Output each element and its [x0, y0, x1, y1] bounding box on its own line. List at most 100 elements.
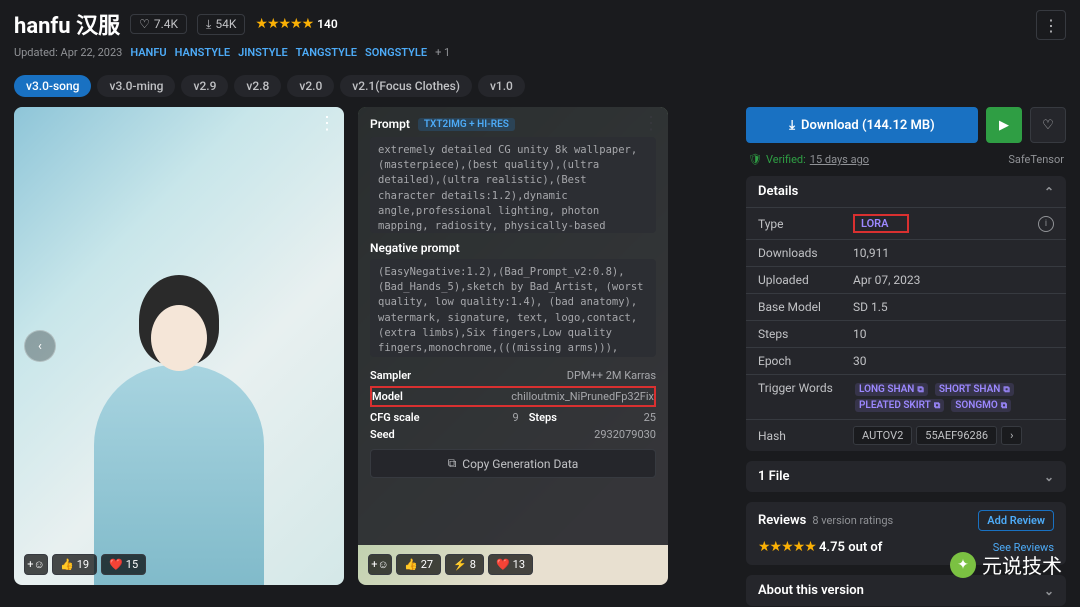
info-icon[interactable]: i [1038, 216, 1054, 232]
version-pill[interactable]: v2.8 [234, 75, 281, 97]
verified-badge: 🛡 Verified: 15 days ago [748, 153, 869, 166]
copy-icon: ⧉ [934, 401, 940, 411]
downloads-value: 10,911 [853, 246, 889, 260]
chevron-down-icon: ⌄ [1044, 470, 1054, 484]
trigger-pill[interactable]: PLEATED SKIRT ⧉ [855, 399, 944, 412]
model-label: Model [372, 390, 403, 403]
tag-link[interactable]: HANSTYLE [175, 46, 230, 59]
version-pill[interactable]: v2.1(Focus Clothes) [340, 75, 472, 97]
tag-link[interactable]: JINSTYLE [238, 46, 288, 59]
details-panel: Details ⌃ Type LORA i Downloads 10,911 U… [746, 176, 1066, 451]
triggers-label: Trigger Words [758, 381, 853, 395]
copy-icon: ⧉ [448, 456, 457, 471]
menu-button[interactable]: ⋮ [1036, 10, 1066, 40]
reviews-header[interactable]: Reviews8 version ratings Add Review [746, 502, 1066, 533]
image-card[interactable]: ‹ ⋮ +☺ 👍 19 ❤️ 15 [14, 107, 344, 585]
details-header[interactable]: Details ⌃ [746, 176, 1066, 207]
preview-image [14, 107, 344, 585]
trigger-pill[interactable]: SHORT SHAN ⧉ [935, 383, 1014, 396]
steps-label: Steps [758, 327, 853, 341]
prompt-label: Prompt [370, 117, 410, 131]
generation-panel: Prompt TXT2IMG + HI-RES extremely detail… [358, 107, 668, 545]
sidebar: ⤓ Download (144.12 MB) ▶ ♡ 🛡 Verified: 1… [746, 107, 1066, 606]
reaction-bolt[interactable]: ⚡ 8 [445, 554, 484, 575]
verified-date-link[interactable]: 15 days ago [810, 153, 869, 166]
page-header: hanfu 汉服 ♡ 7.4K ⤓ 54K ★★★★★140 Updated: … [0, 0, 1080, 63]
downloads-label: Downloads [758, 246, 853, 260]
sampler-label: Sampler [370, 369, 411, 382]
safetensor-label: SafeTensor [1008, 153, 1064, 166]
download-count[interactable]: ⤓ 54K [197, 14, 245, 35]
model-value[interactable]: chilloutmix_NiPrunedFp32Fix [413, 390, 654, 403]
files-panel: 1 File ⌄ [746, 461, 1066, 492]
card-menu-icon[interactable]: ⋮ [318, 113, 336, 134]
hash-next-icon[interactable]: › [1001, 426, 1022, 445]
reaction-like[interactable]: 👍 19 [52, 554, 97, 575]
steps-value: 10 [853, 327, 867, 341]
chevron-up-icon: ⌃ [1044, 185, 1054, 199]
basemodel-label: Base Model [758, 300, 853, 314]
watermark: ✦ 元说技术 [950, 550, 1062, 579]
type-value: LORA [853, 214, 909, 233]
seed-value[interactable]: 2932079030 [405, 428, 656, 441]
version-pill[interactable]: v2.9 [181, 75, 228, 97]
version-pill[interactable]: v3.0-ming [97, 75, 175, 97]
download-button[interactable]: ⤓ Download (144.12 MB) [746, 107, 978, 143]
add-reaction-button[interactable]: +☺ [24, 554, 48, 575]
version-pill[interactable]: v1.0 [478, 75, 525, 97]
add-review-button[interactable]: Add Review [978, 510, 1054, 531]
chevron-down-icon: ⌄ [1044, 584, 1054, 598]
version-pill[interactable]: v2.0 [287, 75, 334, 97]
trigger-pill[interactable]: LONG SHAN ⧉ [855, 383, 928, 396]
prompt-text[interactable]: extremely detailed CG unity 8k wallpaper… [370, 137, 656, 233]
copy-icon: ⧉ [917, 385, 923, 395]
add-reaction-button[interactable]: +☺ [368, 554, 392, 575]
image-card[interactable]: ⋮ Prompt TXT2IMG + HI-RES extremely deta… [358, 107, 668, 585]
cfg-value: 9 [430, 411, 519, 424]
copy-generation-button[interactable]: ⧉ Copy Generation Data [370, 449, 656, 478]
reaction-heart[interactable]: ❤️ 15 [101, 554, 146, 575]
epoch-value: 30 [853, 354, 867, 368]
basemodel-value: SD 1.5 [853, 300, 888, 314]
prev-arrow-icon[interactable]: ‹ [24, 330, 56, 362]
more-tags[interactable]: + 1 [435, 46, 450, 59]
page-title: hanfu 汉服 [14, 8, 120, 40]
version-tabs: v3.0-song v3.0-ming v2.9 v2.8 v2.0 v2.1(… [14, 75, 1066, 97]
tag-link[interactable]: SONGSTYLE [365, 46, 427, 59]
tag-link[interactable]: TANGSTYLE [296, 46, 357, 59]
rating-stars[interactable]: ★★★★★140 [255, 16, 337, 32]
reaction-heart[interactable]: ❤️ 13 [488, 554, 533, 575]
steps-value: 25 [567, 411, 656, 424]
wechat-icon: ✦ [950, 552, 976, 578]
trigger-pill[interactable]: SONGMO ⧉ [951, 399, 1011, 412]
uploaded-value: Apr 07, 2023 [853, 273, 920, 287]
like-button[interactable]: ♡ 7.4K [130, 14, 187, 34]
tag-link[interactable]: HANFU [130, 46, 166, 59]
updated-date: Updated: Apr 22, 2023 [14, 46, 122, 59]
hash-selector[interactable]: AUTOV2 [853, 426, 912, 445]
seed-label: Seed [370, 428, 395, 441]
steps-label: Steps [529, 411, 557, 424]
negative-prompt-text[interactable]: (EasyNegative:1.2),(Bad_Prompt_v2:0.8),(… [370, 259, 656, 357]
copy-icon: ⧉ [1001, 401, 1007, 411]
hash-label: Hash [758, 429, 853, 443]
type-label: Type [758, 217, 853, 231]
uploaded-label: Uploaded [758, 273, 853, 287]
cfg-label: CFG scale [370, 411, 420, 424]
files-header[interactable]: 1 File ⌄ [746, 461, 1066, 492]
hash-value[interactable]: 55AEF96286 [916, 426, 997, 445]
about-header[interactable]: About this version ⌄ [746, 575, 1066, 606]
reviews-rating: ★★★★★ 4.75 out of [758, 539, 882, 555]
version-pill[interactable]: v3.0-song [14, 75, 91, 97]
sampler-value: DPM++ 2M Karras [421, 369, 656, 382]
prompt-badge: TXT2IMG + HI-RES [418, 118, 515, 131]
reaction-like[interactable]: 👍 27 [396, 554, 441, 575]
download-icon: ⤓ [789, 118, 795, 133]
epoch-label: Epoch [758, 354, 853, 368]
negative-prompt-label: Negative prompt [370, 241, 656, 255]
favorite-button[interactable]: ♡ [1030, 107, 1066, 143]
shield-check-icon: 🛡 [748, 153, 762, 166]
about-panel: About this version ⌄ [746, 575, 1066, 606]
copy-icon: ⧉ [1003, 385, 1009, 395]
play-button[interactable]: ▶ [986, 107, 1022, 143]
